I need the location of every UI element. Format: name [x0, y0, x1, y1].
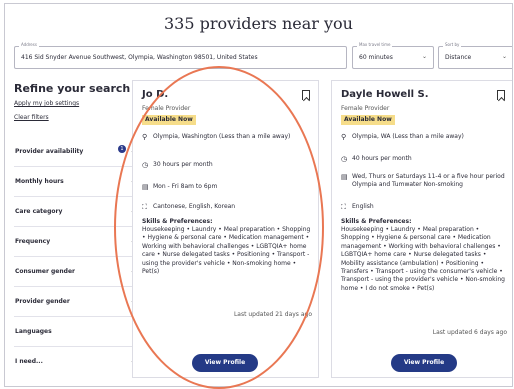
filter-label: Languages [15, 328, 52, 335]
search-results-page: 335 providers near you Address 416 Sid S… [4, 3, 513, 387]
language-icon: ⛶ [142, 203, 147, 211]
location-pin-icon: ⚲ [341, 133, 347, 141]
location-pin-icon: ⚲ [142, 133, 148, 141]
bookmark-icon[interactable] [302, 90, 310, 100]
clock-icon: ◷ [142, 161, 149, 169]
filter-i-need[interactable]: I need... ⌄ [14, 347, 138, 377]
filter-count-badge: 1 [118, 145, 126, 153]
schedule-text: Mon - Fri 8am to 6pm [153, 183, 218, 190]
filter-label: Provider availability [15, 148, 84, 155]
location-row: ⚲ Olympia, WA (Less than a mile away) [341, 133, 507, 141]
location-text: Olympia, Washington (Less than a mile aw… [153, 133, 291, 140]
chevron-down-icon: ⌄ [501, 53, 507, 60]
filter-label: I need... [15, 358, 43, 365]
provider-name: Dayle Howell S. [341, 89, 429, 100]
view-profile-button[interactable]: View Profile [391, 354, 457, 372]
schedule-row: ▤ Mon - Fri 8am to 6pm [142, 183, 312, 191]
address-label: Address [19, 42, 39, 47]
availability-badge: Available Now [341, 115, 395, 125]
sort-select[interactable]: Sort by Distance ⌄ [438, 42, 512, 69]
filter-care-category[interactable]: Care category ⌄ [14, 197, 138, 227]
provider-card: Dayle Howell S. Female Provider Availabl… [331, 80, 512, 378]
hours-row: ◷ 30 hours per month [142, 161, 312, 169]
provider-name: Jo D. [142, 89, 169, 100]
filter-frequency[interactable]: Frequency ⌄ [14, 227, 138, 257]
languages-text: English [352, 203, 374, 210]
skills-text: Housekeeping • Laundry • Meal preparatio… [142, 226, 311, 276]
filter-consumer-gender[interactable]: Consumer gender ⌄ [14, 257, 138, 287]
calendar-icon: ▤ [341, 173, 348, 181]
filter-provider-gender[interactable]: Provider gender ⌄ [14, 287, 138, 317]
chevron-down-icon: ⌄ [421, 53, 427, 60]
refine-heading: Refine your search [14, 82, 131, 95]
sort-value: Distance [445, 54, 472, 61]
filter-provider-availability[interactable]: Provider availability 1 ⌄ [14, 137, 138, 167]
hours-row: ◷ 40 hours per month [341, 155, 507, 163]
filter-label: Provider gender [15, 298, 70, 305]
travel-time-label: Max travel time [357, 42, 393, 47]
calendar-icon: ▤ [142, 183, 149, 191]
travel-time-value: 60 minutes [359, 54, 393, 61]
skills-heading: Skills & Preferences: [341, 218, 412, 225]
provider-type: Female Provider [142, 105, 191, 112]
filter-label: Monthly hours [15, 178, 64, 185]
filter-monthly-hours[interactable]: Monthly hours ⌄ [14, 167, 138, 197]
hours-text: 40 hours per month [352, 155, 412, 162]
sort-label: Sort by [443, 42, 462, 47]
clear-filters-link[interactable]: Clear filters [14, 114, 138, 121]
page-title: 335 providers near you [164, 14, 353, 33]
language-icon: ⛶ [341, 203, 346, 211]
skills-text: Housekeeping • Laundry • Meal preparatio… [341, 226, 505, 292]
view-profile-button[interactable]: View Profile [192, 354, 258, 372]
filter-sidebar: Refine your search Apply my job settings… [14, 82, 138, 365]
provider-type: Female Provider [341, 105, 390, 112]
languages-row: ⛶ Cantonese, English, Korean [142, 203, 312, 211]
filter-languages[interactable]: Languages [14, 317, 138, 347]
travel-time-select[interactable]: Max travel time 60 minutes ⌄ [352, 42, 434, 69]
languages-text: Cantonese, English, Korean [153, 203, 236, 210]
schedule-text: Wed, Thurs or Saturdays 11-4 or a five h… [352, 173, 505, 188]
languages-row: ⛶ English [341, 203, 507, 211]
apply-job-settings-link[interactable]: Apply my job settings [14, 100, 138, 107]
address-value: 416 Sid Snyder Avenue Southwest, Olympia… [21, 54, 258, 61]
last-updated: Last updated 21 days ago [233, 311, 312, 318]
skills-heading: Skills & Preferences: [142, 218, 213, 225]
filter-label: Consumer gender [15, 268, 75, 275]
bookmark-icon[interactable] [497, 90, 505, 100]
location-row: ⚲ Olympia, Washington (Less than a mile … [142, 133, 312, 141]
filter-label: Care category [15, 208, 63, 215]
schedule-row: ▤ Wed, Thurs or Saturdays 11-4 or a five… [341, 173, 507, 189]
location-text: Olympia, WA (Less than a mile away) [352, 133, 464, 140]
filter-label: Frequency [15, 238, 51, 245]
clock-icon: ◷ [341, 155, 348, 163]
address-field[interactable]: Address 416 Sid Snyder Avenue Southwest,… [14, 42, 347, 69]
last-updated: Last updated 6 days ago [432, 329, 507, 336]
provider-card: Jo D. Female Provider Available Now ⚲ Ol… [132, 80, 319, 378]
availability-badge: Available Now [142, 115, 196, 125]
hours-text: 30 hours per month [153, 161, 213, 168]
